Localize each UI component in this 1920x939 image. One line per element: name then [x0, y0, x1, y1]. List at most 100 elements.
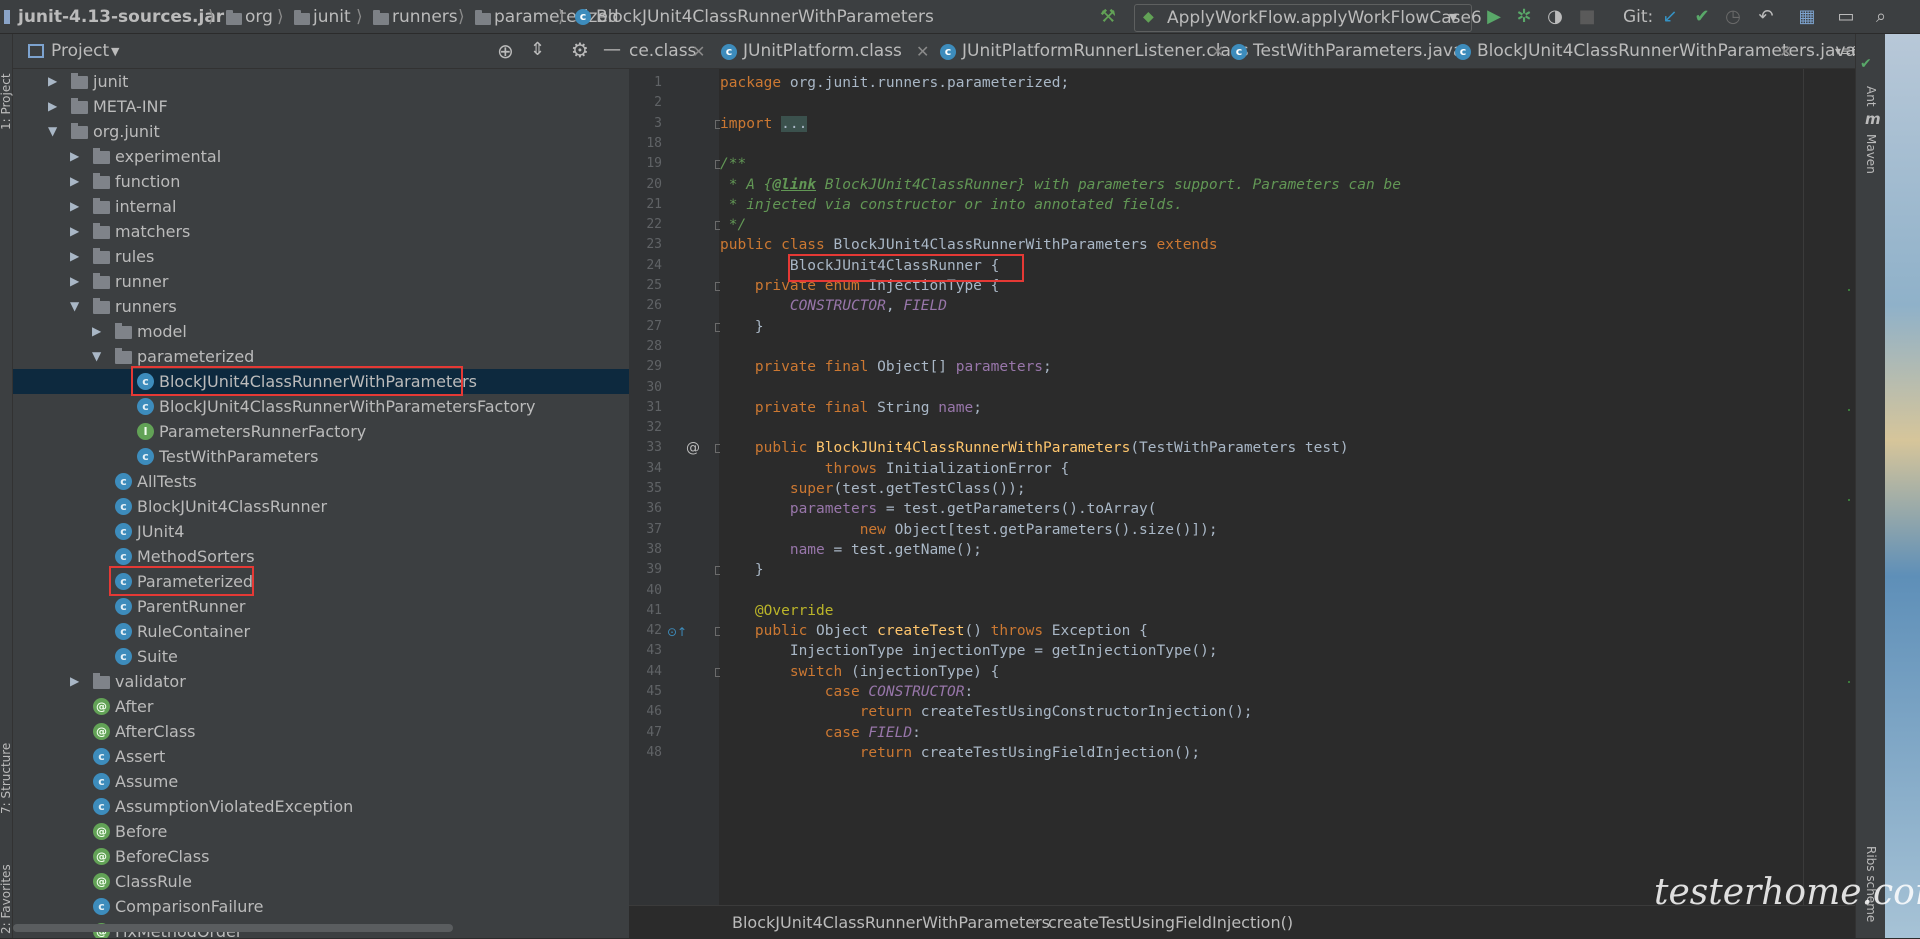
project-tool-button[interactable]: 1: Project [0, 73, 13, 130]
code-line[interactable]: InjectionType injectionType = getInjecti… [720, 643, 1218, 659]
tree-class-row[interactable]: c BlockJUnit4ClassRunnerWithParameters [13, 366, 629, 396]
tree-class-row[interactable]: c JUnit4 [13, 519, 629, 544]
tree-class-row[interactable]: c TestWithParameters [13, 444, 629, 469]
expand-arrow-right-icon[interactable]: ▶ [48, 69, 57, 94]
tree-folder-row[interactable]: ▶ matchers [13, 219, 629, 244]
code-line[interactable]: * A {@link BlockJUnit4ClassRunner} with … [720, 177, 1401, 193]
tree-class-row[interactable]: c Assume [13, 769, 629, 794]
tab-junitplatform-class[interactable]: c JUnitPlatform.class ✕ [721, 34, 937, 69]
breadcrumb-org[interactable]: org [245, 0, 273, 34]
code-line[interactable]: case CONSTRUCTOR: [720, 684, 973, 700]
code-line[interactable]: CONSTRUCTOR, FIELD [720, 298, 947, 314]
debug-icon[interactable]: ✲ [1514, 7, 1534, 27]
tree-class-row[interactable]: @ BeforeClass [13, 844, 629, 869]
run-configuration-select[interactable]: ◆ ApplyWorkFlow.applyWorkFlowCase6 ▼ [1134, 4, 1482, 32]
close-icon[interactable]: ✕ [916, 34, 929, 69]
tree-class-row[interactable]: c BlockJUnit4ClassRunner [13, 494, 629, 519]
ant-tool-button[interactable]: Ant [1864, 86, 1878, 107]
tree-folder-row[interactable]: ▶ internal [13, 194, 629, 219]
code-line[interactable]: throws InitializationError { [720, 461, 1069, 477]
tree-folder-row[interactable]: ▶ experimental [13, 144, 629, 169]
code-line[interactable]: public Object createTest() throws Except… [720, 623, 1148, 639]
project-structure-icon[interactable]: ▦ [1797, 7, 1817, 27]
git-update-icon[interactable]: ↙ [1660, 7, 1680, 27]
tab-blockjunit4classrunnerwithparameters-java[interactable]: c BlockJUnit4ClassRunnerWithParameters.j… [1455, 34, 1856, 72]
override-gutter-icon[interactable]: ⊙↑ [667, 625, 687, 639]
expand-arrow-right-icon[interactable]: ▶ [92, 319, 101, 344]
tree-class-row[interactable]: @ After [13, 694, 629, 719]
code-line[interactable]: @Override [720, 603, 834, 619]
git-rollback-icon[interactable]: ↶ [1756, 7, 1776, 27]
collapse-all-icon[interactable]: ⇕ [530, 39, 545, 60]
tree-class-row[interactable]: @ Before [13, 819, 629, 844]
tree-folder-row[interactable]: ▼ runners [13, 294, 629, 319]
tab-ce-class[interactable]: ce.class ✕ [629, 34, 707, 69]
breadcrumb-jar[interactable]: junit-4.13-sources.jar [18, 0, 224, 34]
tree-folder-row[interactable]: ▶ META-INF [13, 94, 629, 119]
hide-icon[interactable]: — [603, 39, 621, 60]
expand-arrow-right-icon[interactable]: ▶ [70, 244, 79, 269]
gear-icon[interactable]: ⚙ [571, 38, 589, 62]
expand-arrow-right-icon[interactable]: ▶ [70, 194, 79, 219]
chevron-down-icon[interactable]: ▼ [111, 34, 119, 69]
expand-arrow-right-icon[interactable]: ▶ [70, 169, 79, 194]
structure-tool-button[interactable]: 7: Structure [0, 743, 13, 814]
tree-class-row[interactable]: @ ClassRule [13, 869, 629, 894]
run-icon[interactable]: ▶ [1484, 7, 1504, 27]
git-commit-icon[interactable]: ✔ [1692, 7, 1712, 27]
code-line[interactable]: } [720, 562, 764, 578]
expand-arrow-right-icon[interactable]: ▶ [70, 269, 79, 294]
code-line[interactable]: switch (injectionType) { [720, 664, 1000, 680]
code-editor[interactable]: package org.junit.runners.parameterized;… [720, 69, 1850, 905]
code-line[interactable]: private final Object[] parameters; [720, 359, 1052, 375]
tree-folder-row[interactable]: ▶ runner [13, 269, 629, 294]
tree-class-row[interactable]: I ParametersRunnerFactory [13, 419, 629, 444]
tree-folder-row[interactable]: ▶ validator [13, 669, 629, 694]
code-line[interactable]: parameters = test.getParameters().toArra… [720, 501, 1157, 517]
code-line[interactable]: */ [720, 217, 746, 233]
code-line[interactable]: import ... [720, 115, 808, 132]
stop-icon[interactable]: ■ [1577, 7, 1597, 27]
tree-class-row[interactable]: c Suite [13, 644, 629, 669]
coverage-icon[interactable]: ◑ [1545, 7, 1565, 27]
tree-class-row[interactable]: c Assert [13, 744, 629, 769]
tree-class-row[interactable]: c AllTests [13, 469, 629, 494]
tree-class-row[interactable]: @ AfterClass [13, 719, 629, 744]
code-line[interactable]: public BlockJUnit4ClassRunnerWithParamet… [720, 440, 1349, 456]
tab-testwithparameters-java[interactable]: c TestWithParameters.java ✕ [1231, 34, 1473, 69]
tree-class-row[interactable]: c ParentRunner [13, 594, 629, 619]
tree-class-row[interactable]: c RuleContainer [13, 619, 629, 644]
tree-folder-row[interactable]: ▶ junit [13, 69, 629, 94]
code-line[interactable]: name = test.getName(); [720, 542, 982, 558]
build-hammer-icon[interactable]: ⚒ [1098, 7, 1118, 27]
close-icon[interactable]: ✕ [1779, 34, 1792, 69]
tree-class-row[interactable]: c AssumptionViolatedException [13, 794, 629, 819]
git-history-icon[interactable]: ◷ [1723, 7, 1743, 27]
tree-class-row[interactable]: c Parameterized [13, 566, 629, 596]
breadcrumb-class[interactable]: BlockJUnit4ClassRunnerWithParameters [596, 0, 934, 34]
expand-arrow-right-icon[interactable]: ▶ [70, 219, 79, 244]
favorites-tool-button[interactable]: 2: Favorites [0, 864, 13, 934]
expand-arrow-right-icon[interactable]: ▶ [70, 144, 79, 169]
expand-arrow-down-icon[interactable]: ▼ [92, 344, 101, 369]
code-line[interactable]: package org.junit.runners.parameterized; [720, 75, 1069, 91]
code-line[interactable]: /** [720, 156, 746, 172]
search-icon[interactable]: ⌕ [1871, 7, 1891, 27]
code-line[interactable]: case FIELD: [720, 725, 921, 741]
annotation-gutter-icon[interactable]: @ [686, 440, 700, 456]
expand-arrow-down-icon[interactable]: ▼ [70, 294, 79, 319]
maven-tool-button[interactable]: Maven [1864, 134, 1878, 174]
tree-folder-row[interactable]: ▶ function [13, 169, 629, 194]
tree-folder-row[interactable]: ▼ org.junit [13, 119, 629, 144]
breadcrumb-junit[interactable]: junit [313, 0, 351, 34]
locate-icon[interactable]: ⊕ [497, 39, 514, 63]
code-line[interactable]: public class BlockJUnit4ClassRunnerWithP… [720, 237, 1218, 253]
project-panel-title[interactable]: Project [51, 34, 109, 69]
tree-horizontal-scrollbar[interactable] [13, 924, 453, 932]
code-line[interactable]: return createTestUsingConstructorInjecti… [720, 704, 1253, 720]
expand-arrow-down-icon[interactable]: ▼ [48, 119, 57, 144]
breadcrumb-runners[interactable]: runners [392, 0, 458, 34]
tab-junitplatformrunnerlistener-class[interactable]: c JUnitPlatformRunnerListener.class ✕ [940, 34, 1249, 69]
code-line[interactable]: new Object[test.getParameters().size()])… [720, 522, 1218, 538]
code-line[interactable]: * injected via constructor or into annot… [720, 197, 1183, 213]
